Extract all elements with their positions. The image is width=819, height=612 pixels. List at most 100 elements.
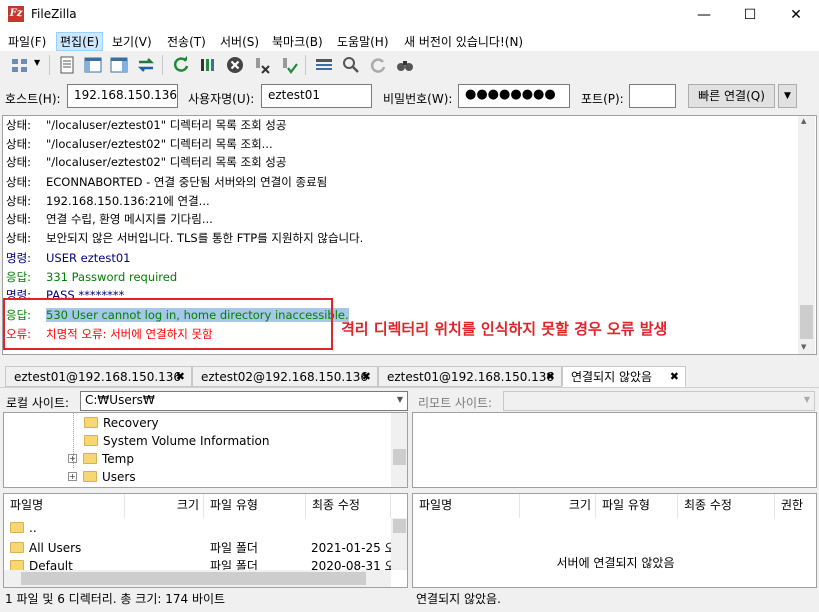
remote-file-list[interactable]: 파일명 ^ 크기 파일 유형 최종 수정 권한 서버에 연결되지 않았음: [412, 493, 817, 588]
log-line: 명령: PASS ********: [6, 286, 124, 298]
scroll-up-icon[interactable]: ▲: [801, 117, 806, 125]
toggle-transfer-queue-icon[interactable]: [135, 54, 157, 76]
tab-close-icon[interactable]: ✖: [546, 369, 555, 385]
local-status-bar: 1 파일 및 6 디렉터리. 총 크기: 174 바이트: [5, 592, 226, 606]
log-label: 상태:: [6, 212, 32, 226]
log-label: 상태:: [6, 231, 32, 245]
remote-status-bar: 연결되지 않았음.: [416, 592, 501, 606]
log-text: USER eztest01: [46, 250, 131, 265]
host-label: 호스트(H):: [5, 92, 61, 106]
toggle-remote-tree-icon[interactable]: [108, 54, 130, 76]
tab-label: 연결되지 않았음: [571, 370, 653, 384]
password-input[interactable]: ●●●●●●●●: [458, 84, 570, 108]
menu-server[interactable]: 서버(S): [218, 33, 261, 50]
menu-new-version[interactable]: 새 버전이 있습니다!(N): [402, 33, 525, 50]
column-header-filetype[interactable]: 파일 유형: [204, 494, 306, 518]
cancel-operation-icon[interactable]: [224, 54, 246, 76]
local-path-combobox[interactable]: C:₩Users₩ ▼: [80, 391, 408, 411]
local-file-hscrollbar-thumb[interactable]: [21, 572, 366, 585]
log-line: 응답: 331 Password required: [6, 268, 177, 286]
maximize-button[interactable]: ☐: [727, 0, 773, 31]
directory-filter-icon[interactable]: [313, 54, 335, 76]
sort-ascending-icon: ^: [471, 493, 479, 499]
quickconnect-dropdown-icon[interactable]: ▼: [778, 84, 797, 108]
expand-icon[interactable]: +: [68, 472, 77, 481]
log-text: PASS ********: [46, 288, 125, 298]
disconnect-icon[interactable]: [251, 54, 273, 76]
tree-item-system-volume-information[interactable]: System Volume Information: [84, 432, 269, 450]
file-row-parent[interactable]: ..: [10, 519, 407, 537]
log-text: 연결 수립, 환영 메시지를 기다림...: [46, 212, 213, 226]
directory-compare-icon[interactable]: [340, 54, 362, 76]
username-input[interactable]: eztest01: [261, 84, 372, 108]
toggle-message-log-icon[interactable]: [56, 54, 78, 76]
column-header-permissions[interactable]: 권한: [775, 494, 816, 518]
log-scrollbar-thumb[interactable]: [800, 305, 813, 339]
tab-close-icon[interactable]: ✖: [362, 369, 371, 385]
tab-close-icon[interactable]: ✖: [670, 369, 679, 385]
tree-item-label: Users: [102, 470, 136, 484]
tab-eztest01[interactable]: eztest01@192.168.150.136 ✖: [5, 366, 192, 387]
tree-item-users[interactable]: + Users: [68, 468, 136, 486]
toolbar-separator: [49, 55, 50, 75]
scroll-down-icon[interactable]: ▼: [801, 343, 806, 351]
port-input[interactable]: [629, 84, 676, 108]
tab-eztest02[interactable]: eztest02@192.168.150.136 ✖: [192, 366, 378, 387]
remote-path-combobox[interactable]: ▼: [503, 391, 815, 411]
tab-label: eztest01@192.168.150.136: [387, 370, 555, 384]
sync-browse-icon[interactable]: [367, 54, 389, 76]
sort-ascending-icon: ^: [62, 493, 70, 499]
menu-view[interactable]: 보기(V): [110, 33, 154, 50]
search-files-icon[interactable]: [394, 54, 416, 76]
menu-file[interactable]: 파일(F): [6, 33, 48, 50]
column-header-size[interactable]: 크기: [125, 494, 204, 518]
tab-label: eztest01@192.168.150.136: [14, 370, 182, 384]
tab-not-connected[interactable]: 연결되지 않았음 ✖: [562, 366, 686, 387]
local-file-list[interactable]: 파일명 ^ 크기 파일 유형 최종 수정 .. All Users 파일 폴더 20…: [3, 493, 408, 588]
file-row-all-users[interactable]: All Users 파일 폴더 2021-01-25 오: [10, 539, 407, 557]
local-tree-scrollbar-thumb[interactable]: [393, 449, 406, 465]
reconnect-icon[interactable]: [278, 54, 300, 76]
folder-icon: [83, 453, 97, 464]
toggle-local-tree-icon[interactable]: [82, 54, 104, 76]
log-line: 상태: "/localuser/eztest02" 디렉터리 목록 조회...: [6, 135, 273, 153]
tree-item-temp[interactable]: + Temp: [68, 450, 134, 468]
log-label: 상태:: [6, 155, 32, 169]
folder-icon: [84, 435, 98, 446]
port-label: 포트(P):: [581, 92, 624, 106]
tab-eztest01-second[interactable]: eztest01@192.168.150.136 ✖: [378, 366, 562, 387]
column-header-filetype[interactable]: 파일 유형: [596, 494, 678, 518]
menu-help[interactable]: 도움말(H): [335, 33, 391, 50]
host-input[interactable]: 192.168.150.136: [67, 84, 178, 108]
local-file-scrollbar-thumb[interactable]: [393, 519, 406, 533]
chevron-down-icon[interactable]: ▼: [804, 395, 810, 404]
tree-item-recovery[interactable]: Recovery: [84, 414, 159, 432]
log-line: 명령: USER eztest01: [6, 249, 130, 267]
local-directory-tree[interactable]: Recovery System Volume Information + Temp…: [3, 412, 408, 488]
column-header-modified[interactable]: 최종 수정: [306, 494, 391, 518]
remote-directory-tree[interactable]: [412, 412, 817, 488]
menu-bookmarks[interactable]: 북마크(B): [270, 33, 325, 50]
process-queue-icon[interactable]: [197, 54, 219, 76]
refresh-icon[interactable]: [170, 54, 192, 76]
quickconnect-button[interactable]: 빠른 연결(Q): [688, 84, 775, 108]
menu-edit[interactable]: 편집(E): [56, 32, 104, 51]
folder-icon: [10, 522, 24, 533]
tab-close-icon[interactable]: ✖: [176, 369, 185, 385]
close-button[interactable]: ✕: [773, 0, 819, 31]
column-header-size[interactable]: 크기: [520, 494, 596, 518]
tree-item-label: Temp: [102, 452, 134, 466]
column-header-filename[interactable]: 파일명: [413, 494, 520, 518]
menu-transfer[interactable]: 전송(T): [165, 33, 208, 50]
log-label: 상태:: [6, 174, 32, 189]
file-name: ..: [29, 521, 37, 535]
column-header-modified[interactable]: 최종 수정: [678, 494, 775, 518]
file-name: All Users: [29, 541, 82, 555]
log-text: 보안되지 않은 서버입니다. TLS를 통한 FTP를 지원하지 않습니다.: [46, 231, 364, 245]
site-manager-icon[interactable]: [5, 54, 35, 76]
chevron-down-icon[interactable]: ▼: [397, 395, 403, 404]
local-site-label: 로컬 사이트:: [6, 396, 70, 410]
minimize-button[interactable]: —: [681, 0, 727, 31]
site-manager-dropdown-icon[interactable]: ▼: [34, 58, 40, 67]
not-connected-message: 서버에 연결되지 않았음: [556, 556, 675, 570]
